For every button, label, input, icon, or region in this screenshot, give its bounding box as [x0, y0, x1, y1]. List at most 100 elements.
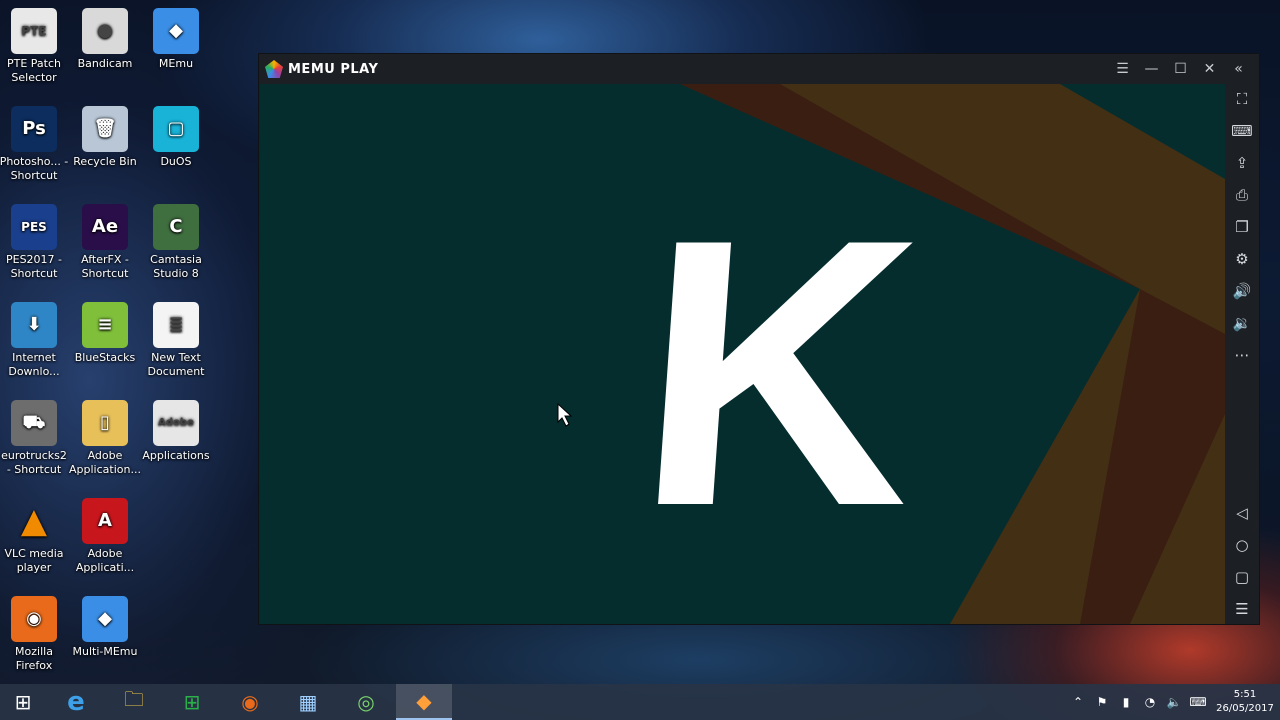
desktop-icon[interactable]: A Adobe Applicati...	[69, 498, 141, 575]
android-screen[interactable]: K	[260, 84, 1225, 624]
multi-memu-icon: ◆	[82, 596, 128, 642]
desktop-icon-label: VLC media player	[4, 547, 64, 574]
adobe-acrobat-icon: A	[82, 498, 128, 544]
desktop-icon[interactable]: PTE PTE Patch Selector	[0, 8, 70, 85]
recent-apps-icon[interactable]: ▢	[1229, 564, 1255, 590]
pes2017-icon: PES	[11, 204, 57, 250]
pte-patch-icon: PTE	[11, 8, 57, 54]
bluestacks-icon: ≡	[82, 302, 128, 348]
fullscreen-icon[interactable]: ⛶	[1229, 86, 1255, 112]
folder-icon: ▯	[82, 400, 128, 446]
desktop-icon[interactable]: 🗑 Recycle Bin	[69, 106, 141, 169]
store-icon[interactable]: ⊞	[164, 684, 220, 720]
file-explorer-icon[interactable]: 🗀	[106, 684, 162, 720]
speaker-icon[interactable]: 🔈	[1162, 695, 1186, 709]
settings-icon[interactable]: ⚙	[1229, 246, 1255, 272]
desktop-icon-label: Recycle Bin	[73, 155, 137, 168]
desktop-icon[interactable]: ◆ Multi-MEmu	[69, 596, 141, 659]
desktop-icon-label: Internet Downlo...	[8, 351, 60, 378]
camtasia-recorder-icon[interactable]: ◎	[338, 684, 394, 720]
desktop-icon-label: Applications	[142, 449, 210, 462]
memu-window: MEMU PLAY ☰ — ☐ ✕ « K ⛶ ⌨ ⇪ ⎙ ❐ ⚙ 🔊 🔉 ⋯ ◁ ○ ▢ ☰	[258, 53, 1260, 625]
close-icon[interactable]: ✕	[1195, 54, 1224, 84]
wifi-icon[interactable]: ◔	[1138, 695, 1162, 709]
desktop-icon[interactable]: ≡ BlueStacks	[69, 302, 141, 365]
recycle-bin-icon: 🗑	[82, 106, 128, 152]
desktop-icon[interactable]: ⬇ Internet Downlo...	[0, 302, 70, 379]
volume-up-icon[interactable]: 🔊	[1229, 278, 1255, 304]
camtasia-icon: C	[153, 204, 199, 250]
splash-artwork: K	[557, 84, 1225, 624]
desktop-icon-label: Camtasia Studio 8	[150, 253, 202, 280]
more-icon[interactable]: ⋯	[1229, 342, 1255, 368]
desktop-icon[interactable]: Adobe Applications	[140, 400, 212, 463]
desktop-icon[interactable]: ≣ New Text Document	[140, 302, 212, 379]
desktop-icon[interactable]: ● Bandicam	[69, 8, 141, 71]
desktop-icon[interactable]: ⛟ eurotrucks2 - Shortcut	[0, 400, 70, 477]
desktop-icon[interactable]: ▯ Adobe Application...	[69, 400, 141, 477]
desktop-icon[interactable]: ▲ VLC media player	[0, 498, 70, 575]
desktop-icon-label: DuOS	[160, 155, 192, 168]
desktop-icon-label: Mozilla Firefox	[15, 645, 53, 672]
memu-taskbar-icon[interactable]: ◆	[396, 684, 452, 720]
text-document-icon: ≣	[153, 302, 199, 348]
home-icon[interactable]: ○	[1229, 532, 1255, 558]
desktop-icon-label: Adobe Application...	[69, 449, 141, 476]
window-controls: ☰ — ☐ ✕ «	[1108, 54, 1253, 84]
start-button[interactable]: ⊞	[0, 684, 46, 720]
desktop-icon[interactable]: ▢ DuOS	[140, 106, 212, 169]
desktop-icon-label: Adobe Applicati...	[75, 547, 135, 574]
volume-down-icon[interactable]: 🔉	[1229, 310, 1255, 336]
desktop-icon[interactable]: Ae AfterFX - Shortcut	[69, 204, 141, 281]
keyboard-icon[interactable]: ⌨	[1229, 118, 1255, 144]
firefox-icon: ◉	[11, 596, 57, 642]
desktop-icon-label: PTE Patch Selector	[6, 57, 61, 84]
vlc-icon: ▲	[20, 501, 48, 541]
memu-titlebar[interactable]: MEMU PLAY ☰ — ☐ ✕ «	[259, 54, 1259, 84]
desktop-icon-label: Photosho... - Shortcut	[0, 155, 69, 182]
clock-date: 26/05/2017	[1216, 703, 1274, 714]
control-panel-icon[interactable]: ▦	[280, 684, 336, 720]
desktop-icon-label: BlueStacks	[74, 351, 136, 364]
duos-icon: ▢	[153, 106, 199, 152]
eurotrucks-icon: ⛟	[11, 400, 57, 446]
clock[interactable]: 5:51 26/05/2017	[1210, 688, 1280, 716]
desktop-icon-label: eurotrucks2 - Shortcut	[1, 449, 67, 476]
desktop-icon-label: PES2017 - Shortcut	[5, 253, 63, 280]
keyboard-language-icon[interactable]: ⌨	[1186, 695, 1210, 709]
desktop-icon[interactable]: ◆ MEmu	[140, 8, 212, 71]
photoshop-icon: Ps	[11, 106, 57, 152]
desktop-icon-label: MEmu	[158, 57, 194, 70]
desktop-icon-label: Multi-MEmu	[72, 645, 138, 658]
multi-window-icon[interactable]: ❐	[1229, 214, 1255, 240]
desktop-icon[interactable]: C Camtasia Studio 8	[140, 204, 212, 281]
desktop-icon[interactable]: Ps Photosho... - Shortcut	[0, 106, 70, 183]
apk-install-icon[interactable]: ⇪	[1229, 150, 1255, 176]
memu-sidebar: ⛶ ⌨ ⇪ ⎙ ❐ ⚙ 🔊 🔉 ⋯ ◁ ○ ▢ ☰	[1225, 84, 1259, 624]
internet-explorer-icon[interactable]: e	[48, 684, 104, 720]
bandicam-icon: ●	[82, 8, 128, 54]
memu-logo-icon	[265, 60, 283, 78]
menu-icon[interactable]: ☰	[1108, 54, 1137, 84]
battery-icon[interactable]: ▮	[1114, 695, 1138, 709]
collapse-sidebar-icon[interactable]: «	[1224, 54, 1253, 84]
aftereffects-icon: Ae	[82, 204, 128, 250]
maximize-icon[interactable]: ☐	[1166, 54, 1195, 84]
screenshot-icon[interactable]: ⎙	[1229, 182, 1255, 208]
taskbar: ⊞ e 🗀 ⊞ ◉ ▦ ◎ ◆ ⌃ ⚑ ▮ ◔ 🔈 ⌨ 5:51 26/05/2017	[0, 684, 1280, 720]
back-icon[interactable]: ◁	[1229, 500, 1255, 526]
desktop-icon[interactable]: ◉ Mozilla Firefox	[0, 596, 70, 673]
desktop-icon-label: Bandicam	[77, 57, 133, 70]
memu-logo-text: MEMU PLAY	[288, 61, 379, 77]
network-icon[interactable]: ⚑	[1090, 695, 1114, 709]
clock-time: 5:51	[1233, 689, 1257, 700]
internet-download-icon: ⬇	[11, 302, 57, 348]
splash-letter: K	[627, 160, 931, 584]
desktop-icon[interactable]: PES PES2017 - Shortcut	[0, 204, 70, 281]
firefox-taskbar-icon[interactable]: ◉	[222, 684, 278, 720]
minimize-icon[interactable]: —	[1137, 54, 1166, 84]
tray-overflow-icon[interactable]: ⌃	[1066, 695, 1090, 709]
system-tray: ⌃ ⚑ ▮ ◔ 🔈 ⌨ 5:51 26/05/2017	[1066, 684, 1280, 720]
mouse-cursor-icon	[557, 402, 573, 427]
menu-list-icon[interactable]: ☰	[1229, 596, 1255, 622]
